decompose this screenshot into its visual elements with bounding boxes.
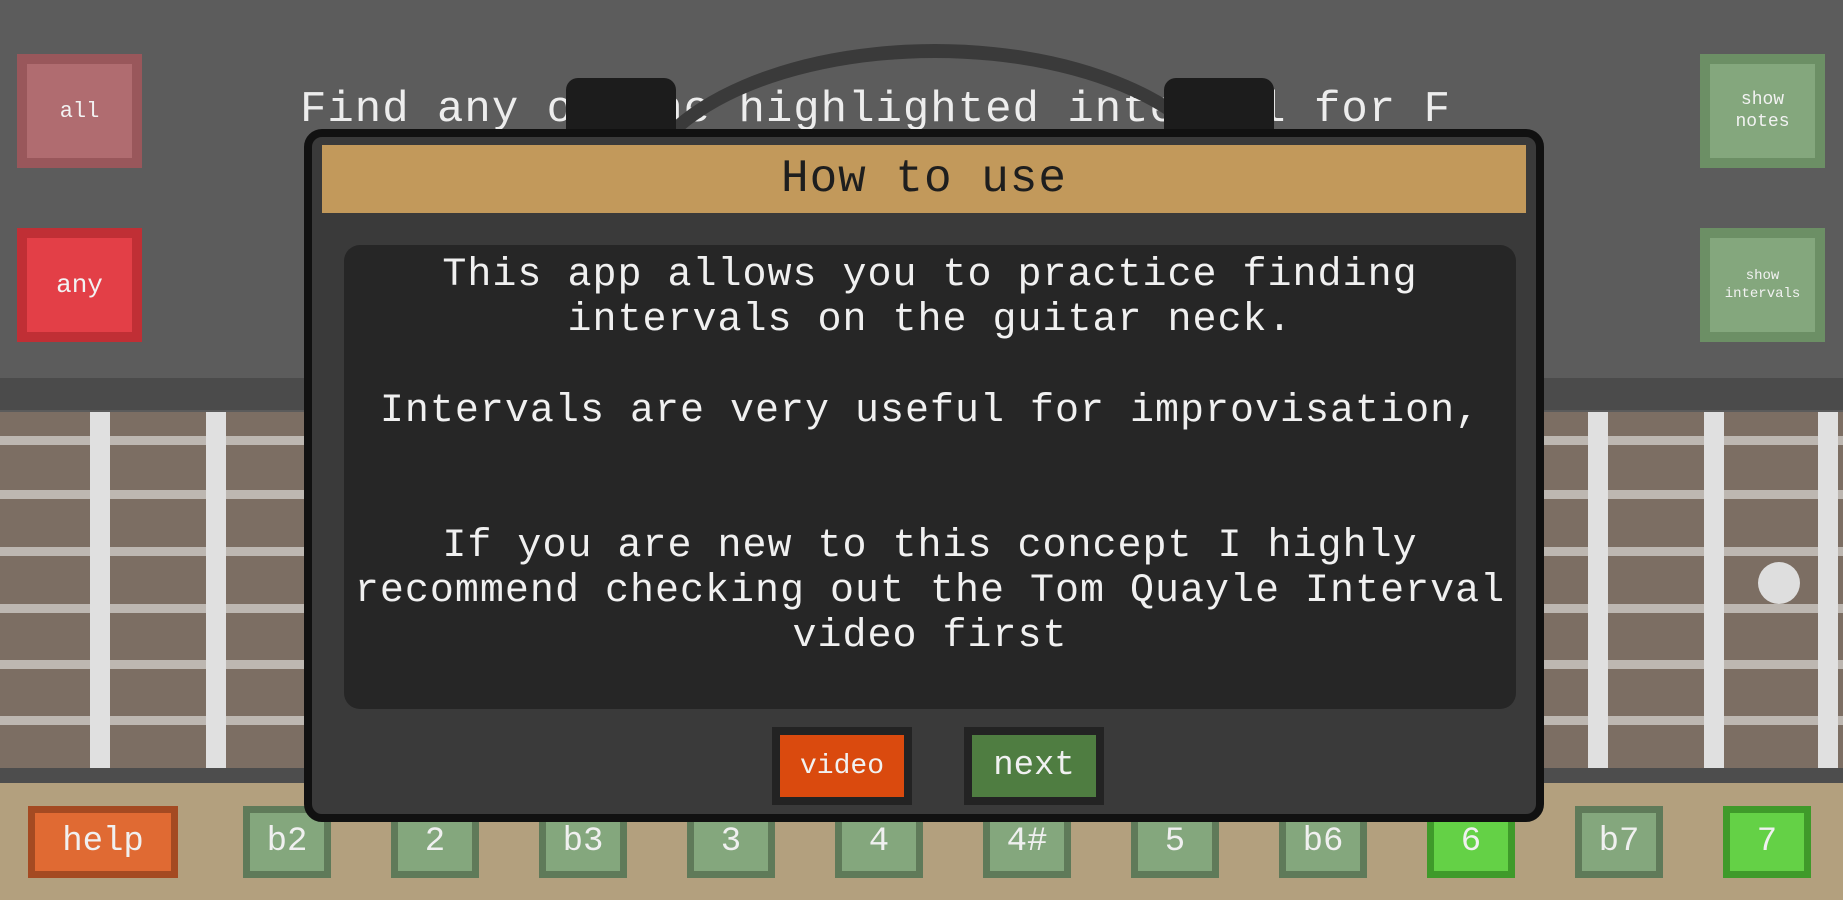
modal-title: How to use — [322, 145, 1526, 213]
modal-paragraph: This app allows you to practice finding … — [442, 253, 1418, 343]
modal-paragraph: Intervals are very useful for improvisat… — [379, 389, 1481, 434]
interval-button-7[interactable]: 7 — [1723, 806, 1811, 878]
help-button[interactable]: help — [28, 806, 178, 878]
fret — [1704, 412, 1724, 768]
all-button[interactable]: all — [17, 54, 142, 168]
any-button[interactable]: any — [17, 228, 142, 342]
how-to-use-modal: How to use This app allows you to practi… — [304, 129, 1544, 822]
fret — [90, 412, 110, 768]
video-button[interactable]: video — [772, 727, 912, 805]
modal-paragraph: If you are new to this concept I highly … — [354, 524, 1506, 659]
interval-button-b7[interactable]: b7 — [1575, 806, 1663, 878]
fret — [206, 412, 226, 768]
next-button[interactable]: next — [964, 727, 1104, 805]
show-intervals-button[interactable]: show intervals — [1700, 228, 1825, 342]
fret — [1588, 412, 1608, 768]
show-notes-button[interactable]: show notes — [1700, 54, 1825, 168]
modal-body: This app allows you to practice finding … — [344, 245, 1516, 709]
fret-marker-dot[interactable] — [1758, 562, 1800, 604]
fret — [1818, 412, 1838, 768]
